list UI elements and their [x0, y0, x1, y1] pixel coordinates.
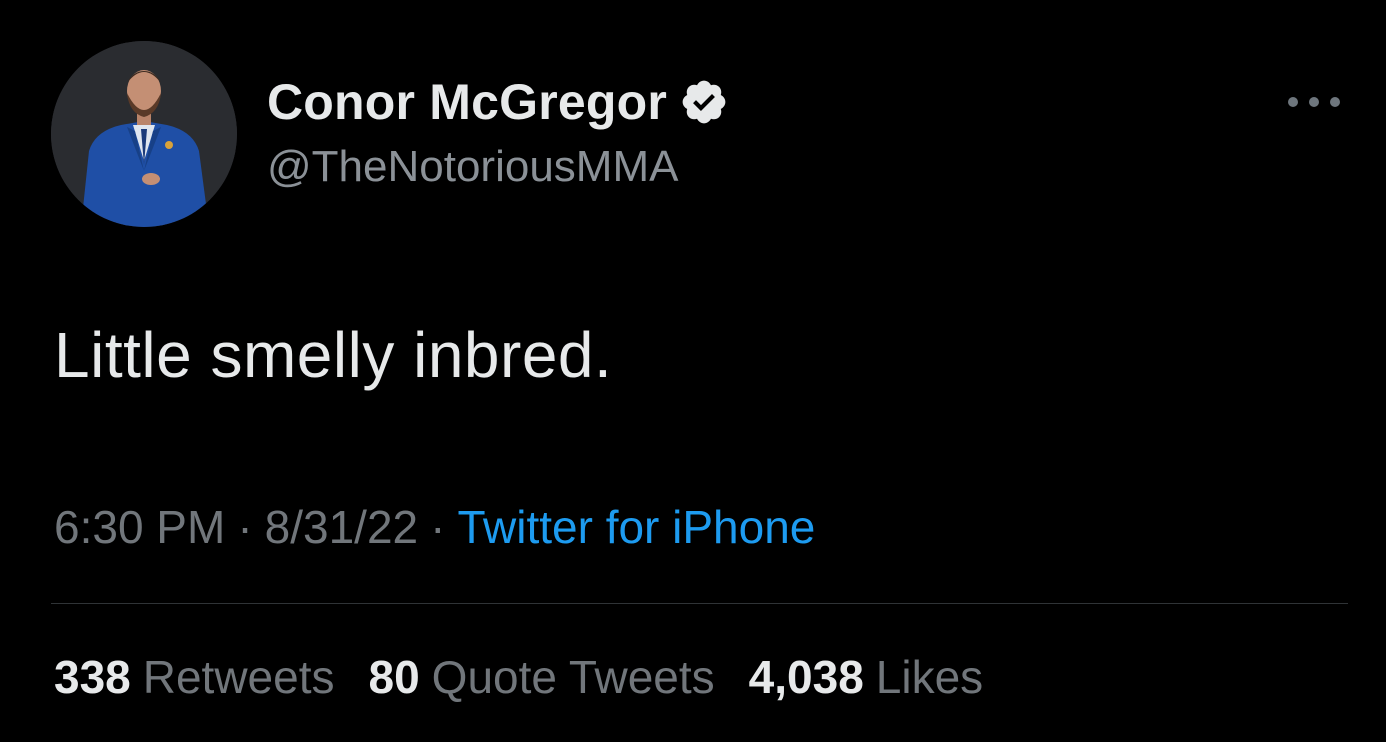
retweets-stat[interactable]: 338 Retweets — [54, 650, 335, 704]
meta-separator: · — [430, 501, 446, 553]
more-dot — [1288, 97, 1298, 107]
tweet-time[interactable]: 6:30 PM — [54, 501, 225, 553]
verified-badge-icon — [682, 80, 726, 124]
tweet-meta: 6:30 PM · 8/31/22 · Twitter for iPhone — [54, 500, 815, 554]
more-dot — [1309, 97, 1319, 107]
avatar[interactable] — [51, 41, 237, 227]
name-row: Conor McGregor — [267, 72, 729, 132]
engagement-stats: 338 Retweets 80 Quote Tweets 4,038 Likes — [54, 650, 1017, 704]
more-dot — [1330, 97, 1340, 107]
author-block: Conor McGregor @TheNotoriousMMA — [267, 72, 729, 192]
retweets-count: 338 — [54, 651, 131, 703]
meta-separator: · — [237, 501, 253, 553]
tweet-source-link[interactable]: Twitter for iPhone — [457, 501, 815, 553]
tweet-date[interactable]: 8/31/22 — [265, 501, 418, 553]
retweets-label: Retweets — [142, 651, 335, 703]
quote-tweets-stat[interactable]: 80 Quote Tweets — [369, 650, 715, 704]
tweet-detail: Conor McGregor @TheNotoriousMMA Little s… — [0, 0, 1386, 742]
handle[interactable]: @TheNotoriousMMA — [267, 142, 729, 192]
tweet-text: Little smelly inbred. — [54, 319, 613, 391]
quote-tweets-label: Quote Tweets — [431, 651, 715, 703]
display-name[interactable]: Conor McGregor — [267, 73, 667, 131]
divider — [51, 603, 1348, 604]
likes-count: 4,038 — [748, 651, 864, 703]
likes-stat[interactable]: 4,038 Likes — [749, 650, 984, 704]
quote-tweets-count: 80 — [368, 651, 420, 703]
more-horizontal-icon[interactable] — [1288, 92, 1340, 112]
likes-label: Likes — [875, 651, 984, 703]
avatar-image — [51, 41, 237, 227]
